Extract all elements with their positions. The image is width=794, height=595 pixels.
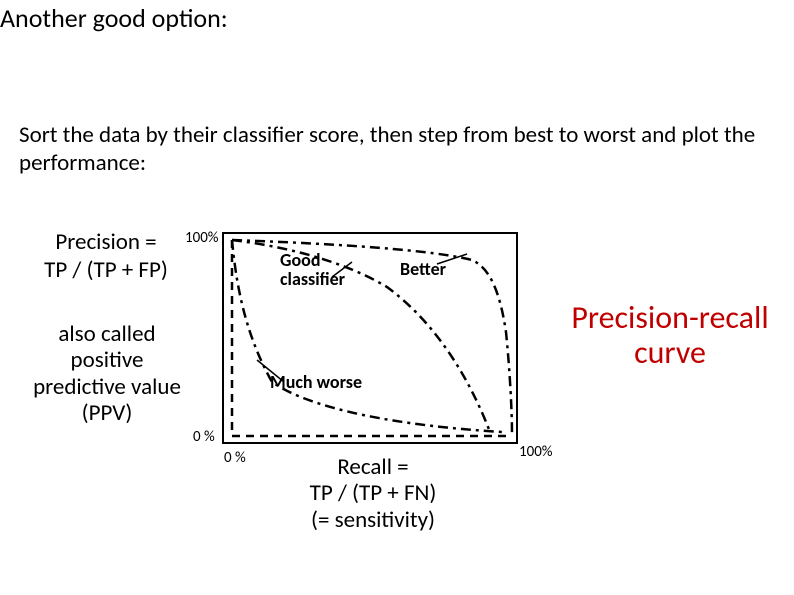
recall-line3: (= sensitivity)	[311, 506, 435, 534]
chart-title: Precision-recall curve	[565, 300, 775, 370]
page-title: Another good option:	[0, 2, 228, 34]
ppv-line2: positive	[71, 346, 144, 374]
pr-chart	[222, 232, 518, 444]
x-axis-definition: Recall = TP / (TP + FN) (= sensitivity)	[268, 454, 478, 533]
ppv-line3: predictive value	[33, 373, 181, 401]
x-tick-min: 0 %	[224, 449, 246, 467]
chart-svg	[222, 232, 518, 444]
ppv-line4: (PPV)	[82, 399, 133, 427]
subtitle: Sort the data by their classifier score,…	[19, 122, 759, 177]
curve-good	[232, 240, 490, 432]
slide: Another good option: Sort the data by th…	[0, 0, 794, 595]
ppv-line1: also called	[58, 320, 155, 348]
y-tick-max: 100%	[185, 229, 219, 247]
ppv-definition: also called positive predictive value (P…	[22, 321, 192, 427]
y-axis-definition: Precision = TP / (TP + FP)	[26, 228, 186, 284]
recall-line1: Recall =	[337, 453, 408, 481]
curve-better	[232, 240, 512, 434]
recall-line2: TP / (TP + FN)	[310, 479, 437, 507]
precision-eq-line1: Precision =	[55, 228, 156, 256]
x-tick-max: 100%	[519, 443, 553, 461]
precision-eq-line2: TP / (TP + FP)	[44, 256, 168, 284]
curve-much-worse	[232, 240, 502, 432]
y-tick-min: 0 %	[193, 428, 215, 446]
chart-frame	[223, 233, 517, 443]
